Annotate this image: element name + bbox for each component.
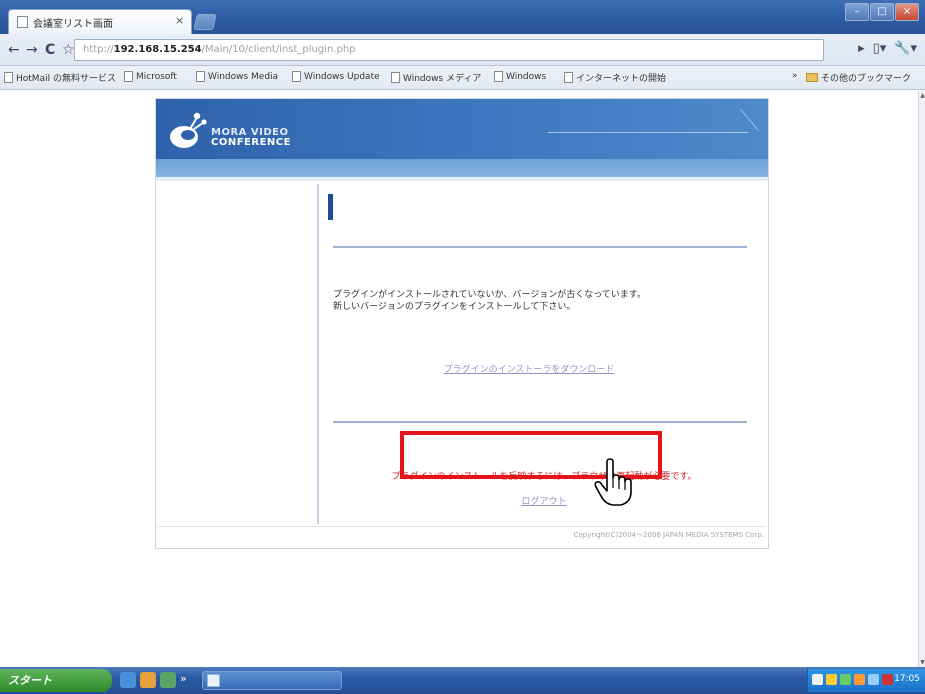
url-path: /Main/10/client/inst_plugin.php [201,44,356,55]
divider [333,421,747,423]
toolbar-menus: ▸ ▯▾ 🔧▾ [858,41,917,56]
header-subbar-edge [156,177,768,181]
security-icon[interactable] [854,674,865,685]
url-host: 192.168.15.254 [113,44,202,55]
brand-name-line2: CONFERENCE [211,137,291,148]
bookmark-star-icon[interactable]: ☆ [62,42,75,58]
folder-icon [806,73,818,82]
bookmarks-overflow-button[interactable]: » [792,71,798,81]
bookmark-item[interactable]: Windows Media [196,71,278,82]
new-tab-button[interactable] [193,14,217,30]
bookmark-item[interactable]: Windows Update [292,71,380,82]
logout-link[interactable]: ログアウト [319,494,769,507]
tab-close-button[interactable]: × [175,14,184,27]
page-icon [196,71,205,82]
window-icon [207,674,220,687]
header-subbar [156,159,768,177]
browser-toolbar: ← → C ☆ http://192.168.15.254/Main/10/cl… [0,34,925,66]
page-icon [494,71,503,82]
browser-tab[interactable]: 会議室リスト画面 × [8,9,192,34]
page-card: MORA VIDEO CONFERENCE プラグインがインストールされていない… [155,98,769,549]
section-marker [328,194,333,220]
update-icon[interactable] [868,674,879,685]
system-tray: 17:05 [807,669,925,692]
page-icon [124,71,133,82]
banner-decoration [548,105,748,133]
page-menu-button[interactable]: ▸ [858,41,865,56]
divider [333,246,747,248]
forward-button[interactable]: → [26,42,38,58]
copyright-text: Copyright(C)2004～2006 JAPAN MEDIA SYSTEM… [573,531,764,539]
page-viewport: MORA VIDEO CONFERENCE プラグインがインストールされていない… [0,91,918,667]
ie-icon[interactable] [120,672,136,688]
close-window-button[interactable]: × [895,3,919,21]
start-button[interactable]: スタート [0,669,112,692]
bookmark-item[interactable]: Windows [494,71,546,82]
bookmark-item[interactable]: インターネットの開始 [564,71,666,84]
scroll-up-icon[interactable]: ▲ [919,92,925,99]
page-icon [391,72,400,83]
footer-divider [158,526,766,527]
mora-logo-icon [170,112,207,148]
vertical-scrollbar[interactable]: ▲ ▼ [918,91,925,667]
tab-title: 会議室リスト画面 [33,19,113,30]
language-icon[interactable] [812,674,823,685]
download-installer-link[interactable]: プラグインのインストーラをダウンロード [439,362,619,375]
screenshot: 会議室リスト画面 × – □ × ← → C ☆ http://192.168.… [0,0,925,694]
minimize-button[interactable]: – [845,3,869,21]
plugin-message-line2: 新しいバージョンのプラグインをインストールして下さい。 [333,302,576,312]
plugin-message-line1: プラグインがインストールされていないか、バージョンが古くなっています。 [333,290,646,300]
window-controls: – □ × [845,3,919,21]
page-icon [292,71,301,82]
explorer-icon[interactable] [140,672,156,688]
bookmark-item[interactable]: Microsoft [124,71,177,82]
plugin-message: プラグインがインストールされていないか、バージョンが古くなっています。 新しいバ… [333,289,753,313]
volume-icon[interactable] [840,674,851,685]
address-bar[interactable]: http://192.168.15.254/Main/10/client/ins… [74,39,824,61]
page-icon [4,72,13,83]
document-menu-button[interactable]: ▯▾ [873,41,887,56]
other-bookmarks-folder[interactable]: その他のブックマーク [806,71,911,84]
scroll-down-icon[interactable]: ▼ [919,659,925,666]
chrome-icon[interactable] [160,672,176,688]
back-button[interactable]: ← [8,42,20,58]
network-icon[interactable] [826,674,837,685]
antivirus-icon[interactable] [882,674,893,685]
tray-icons [812,674,893,685]
wrench-menu-icon[interactable]: 🔧▾ [894,41,917,56]
taskbar-window-button[interactable] [202,671,342,690]
clock[interactable]: 17:05 [894,674,920,684]
windows-taskbar: スタート » 17:05 [0,667,925,694]
browser-titlebar: 会議室リスト画面 × – □ × [0,0,925,34]
quick-launch-more[interactable]: » [180,672,187,688]
page-icon [564,72,573,83]
page-icon [17,16,28,28]
hand-cursor-icon [594,458,632,506]
url-scheme: http:// [83,44,114,55]
maximize-button[interactable]: □ [870,3,894,21]
bookmark-bar: HotMail の無料サービス Microsoft Windows Media … [0,66,925,90]
reload-button[interactable]: C [45,42,55,58]
bookmark-item[interactable]: HotMail の無料サービス [4,71,116,84]
header-banner: MORA VIDEO CONFERENCE [156,99,768,159]
quick-launch: » [120,672,187,688]
bookmark-item[interactable]: Windows メディア [391,71,481,84]
